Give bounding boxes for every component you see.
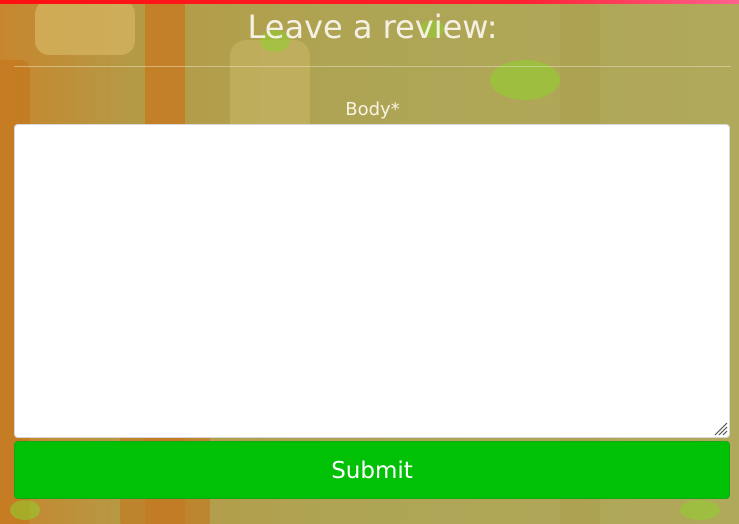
title-divider [14, 66, 731, 67]
review-form: Leave a review: Body* Submit [0, 0, 739, 524]
resize-grip-icon[interactable] [712, 420, 728, 436]
review-form-title: Leave a review: [247, 8, 498, 46]
submit-button[interactable]: Submit [14, 441, 730, 499]
body-textarea[interactable] [14, 124, 730, 438]
body-label: Body* [345, 99, 400, 120]
